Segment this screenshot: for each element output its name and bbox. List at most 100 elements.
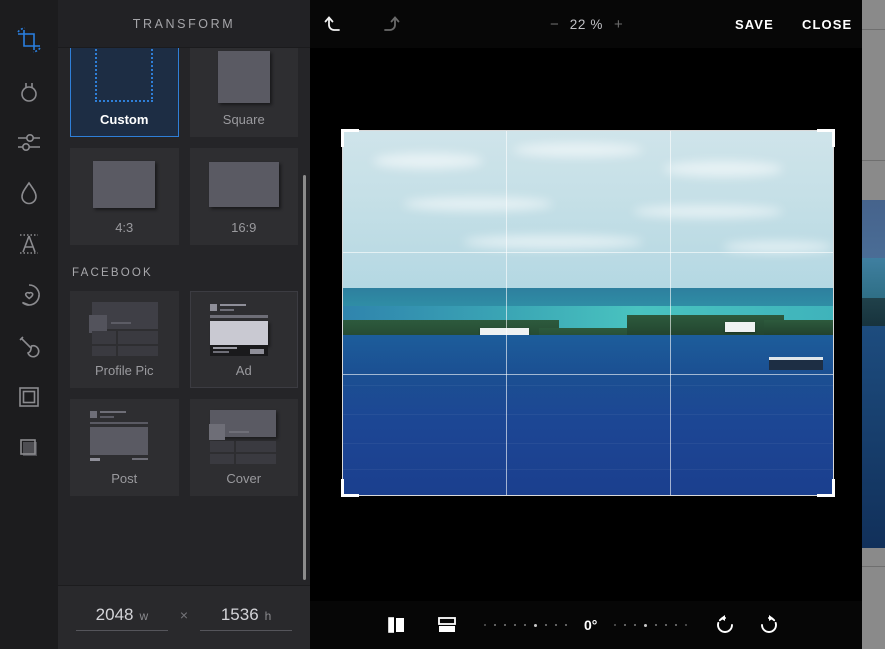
flip-horizontal-button[interactable] [386, 614, 408, 636]
facebook-tile-profile-pic[interactable]: Profile Pic [70, 291, 179, 388]
transform-panel: TRANSFORM Custom Square 4:3 16:9 FACEBOO… [58, 0, 310, 649]
droplet-icon [14, 178, 44, 208]
ratio-tile-square[interactable]: Square [189, 48, 298, 137]
bg-image-deep [862, 326, 885, 548]
bg-image-land [862, 298, 885, 326]
flip-horizontal-icon [386, 614, 408, 636]
rotation-angle: 0° [584, 617, 598, 633]
ratio-tile-16-9[interactable]: 16:9 [189, 148, 298, 245]
facebook-tile-post[interactable]: Post [70, 399, 179, 496]
flip-vertical-icon [436, 614, 458, 636]
crop-handle-bottom-right [832, 479, 835, 497]
height-input[interactable]: 1536 h [200, 604, 293, 631]
bg-image-sea [862, 258, 885, 298]
facebook-label: Profile Pic [94, 363, 154, 378]
zoom-out-button[interactable]: − [550, 16, 559, 33]
ratio-tile-custom[interactable]: Custom [70, 48, 179, 137]
transform-tool[interactable] [0, 14, 58, 65]
grid-line-vertical [669, 131, 671, 495]
bg-image-sky [862, 200, 885, 258]
photo-deep-sea [343, 334, 833, 495]
rotate-right-button[interactable] [757, 613, 781, 637]
frame-tool[interactable] [0, 371, 58, 422]
color-tool[interactable] [0, 167, 58, 218]
sliders-icon [14, 127, 44, 157]
photo-boat [769, 356, 823, 370]
redo-arrow-icon [376, 11, 402, 37]
rotate-left-button[interactable] [713, 613, 737, 637]
shadow-tool[interactable] [0, 422, 58, 473]
close-button[interactable]: CLOSE [802, 0, 852, 48]
rotation-dial[interactable]: 0° [484, 617, 688, 633]
tile-art [191, 400, 298, 471]
grid-line-horizontal [343, 252, 833, 254]
facebook-tile-ad[interactable]: Ad [189, 291, 298, 388]
redo-button[interactable] [376, 0, 402, 48]
ratio-label: Square [222, 112, 265, 127]
panel-scrollbar[interactable] [303, 175, 306, 580]
text-tool[interactable] [0, 218, 58, 269]
save-label: SAVE [735, 16, 774, 32]
save-button[interactable]: SAVE [735, 0, 774, 48]
section-title-facebook: FACEBOOK [72, 267, 153, 279]
facebook-label: Ad [235, 363, 252, 378]
zoom-control: − 22 % + [550, 0, 623, 48]
tile-art [71, 292, 178, 363]
sticker-icon [14, 280, 44, 310]
post-thumb-icon [88, 408, 160, 464]
crop-frame[interactable] [341, 129, 835, 497]
ratio-label: 4:3 [115, 220, 134, 235]
dimension-bar: 2048 w × 1536 h [58, 585, 310, 649]
background-document-layer [862, 0, 885, 649]
crop-icon [14, 25, 44, 55]
grid-line-horizontal [343, 373, 833, 375]
height-unit: h [264, 608, 272, 623]
crop-handle-top-left [341, 129, 344, 147]
photo-house [725, 322, 755, 332]
square-thumb-icon [217, 50, 270, 103]
crop-handle-bottom-left [341, 479, 344, 497]
tile-art [191, 292, 298, 363]
width-input[interactable]: 2048 w [75, 604, 168, 631]
panel-header: TRANSFORM [58, 0, 310, 48]
editor-window: TRANSFORM Custom Square 4:3 16:9 FACEBOO… [0, 0, 885, 649]
square-shadow-icon [14, 433, 44, 463]
image-viewport[interactable] [310, 48, 862, 601]
ratio-4-3-thumb-icon [93, 161, 156, 208]
tile-art [71, 400, 178, 471]
bottom-toolbar: 0° [310, 601, 862, 649]
sticker-tool[interactable] [0, 269, 58, 320]
width-unit: w [139, 608, 149, 623]
details-tool[interactable] [0, 116, 58, 167]
tile-art [71, 48, 178, 112]
facebook-label: Cover [226, 471, 262, 486]
ad-thumb-icon [208, 300, 280, 356]
height-value: 1536 [220, 604, 259, 624]
panel-scroll-body[interactable]: Custom Square 4:3 16:9 FACEBOOK Profile … [58, 48, 310, 585]
ratio-tile-4-3[interactable]: 4:3 [70, 148, 179, 245]
top-toolbar: − 22 % + SAVE CLOSE [310, 0, 862, 48]
undo-arrow-icon [322, 11, 348, 37]
ratio-16-9-thumb-icon [208, 162, 279, 207]
dashed-crop-icon [95, 48, 154, 102]
profile-pic-thumb-icon [88, 300, 160, 356]
text-a-icon [14, 229, 44, 259]
rotate-left-icon [713, 613, 737, 637]
brush-tool[interactable] [0, 320, 58, 371]
flip-vertical-button[interactable] [436, 614, 458, 636]
facebook-tile-cover[interactable]: Cover [189, 399, 298, 496]
frame-icon [14, 382, 44, 412]
brush-icon [14, 331, 44, 361]
zoom-in-button[interactable]: + [614, 16, 623, 33]
ratio-label: Custom [100, 112, 149, 127]
grid-line-vertical [506, 131, 508, 495]
facebook-label: Post [111, 471, 138, 486]
width-value: 2048 [95, 604, 134, 624]
canvas-stage: − 22 % + SAVE CLOSE 0° [310, 0, 862, 649]
undo-button[interactable] [322, 0, 348, 48]
cover-thumb-icon [208, 408, 280, 464]
photo-image [343, 131, 833, 495]
dimension-separator: × [179, 607, 189, 623]
lightbulb-icon [14, 76, 44, 106]
tune-tool[interactable] [0, 65, 58, 116]
